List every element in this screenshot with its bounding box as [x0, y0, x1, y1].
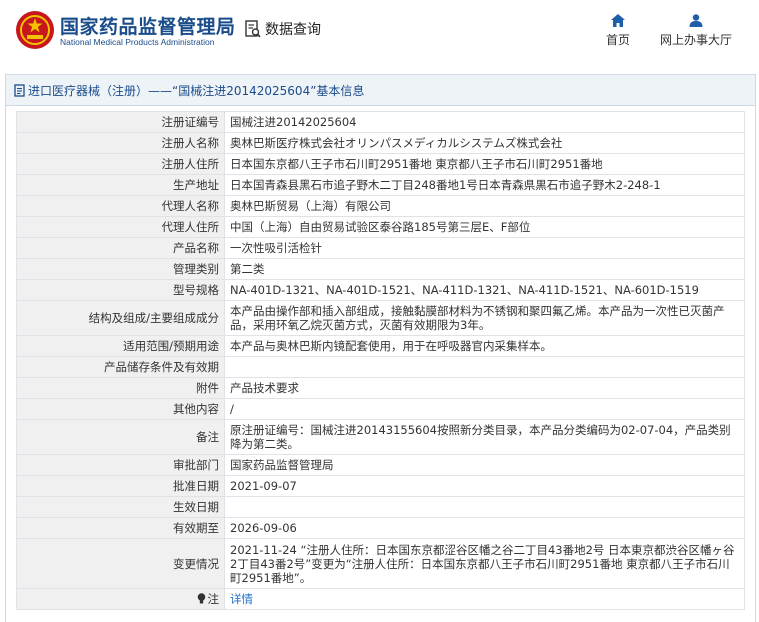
data-query-link[interactable]: 数据查询 — [245, 19, 321, 39]
site-title: 国家药品监督管理局 — [60, 16, 236, 38]
field-label: 管理类别 — [16, 258, 225, 280]
field-value: 日本国青森县黑石市追子野木二丁目248番地1号日本青森県黒石市追子野木2-248… — [224, 174, 745, 196]
detail-panel: 进口医疗器械（注册）——“国械注进20142025604”基本信息 注册证编号国… — [5, 74, 756, 622]
field-value: 一次性吸引活检针 — [224, 237, 745, 259]
note-row: 注详情 — [16, 588, 745, 610]
user-icon — [689, 14, 703, 27]
table-row: 产品名称 一次性吸引活检针 — [16, 237, 745, 259]
field-value: 2021-09-07 — [224, 475, 745, 497]
table-row: 代理人名称 奥林巴斯贸易（上海）有限公司 — [16, 195, 745, 217]
field-label: 产品储存条件及有效期 — [16, 356, 225, 378]
nav-home[interactable]: 首页 — [606, 14, 630, 48]
panel-title: 进口医疗器械（注册）——“国械注进20142025604”基本信息 — [28, 83, 365, 98]
site-subtitle: National Medical Products Administration — [60, 37, 215, 47]
table-row: 注册证编号 国械注进20142025604 — [16, 111, 745, 133]
field-value: NA-401D-1321、NA-401D-1521、NA-411D-1321、N… — [224, 279, 745, 301]
field-value: 中国（上海）自由贸易试验区泰谷路185号第三层E、F部位 — [224, 216, 745, 238]
field-value: 原注册证编号：国械注进20143155604按照新分类目录，本产品分类编码为02… — [224, 419, 745, 455]
search-document-icon — [245, 20, 261, 38]
table-row: 型号规格 NA-401D-1321、NA-401D-1521、NA-411D-13… — [16, 279, 745, 301]
details-link[interactable]: 详情 — [230, 592, 253, 606]
table-row: 注册人住所 日本国东京都八王子市石川町2951番地 東京都八王子市石川町2951番… — [16, 153, 745, 175]
national-emblem-icon — [16, 11, 54, 49]
table-row: 附件 产品技术要求 — [16, 377, 745, 399]
table-row: 生产地址 日本国青森县黑石市追子野木二丁目248番地1号日本青森県黒石市追子野木2… — [16, 174, 745, 196]
field-value: 2026-09-06 — [224, 517, 745, 539]
table-row: 审批部门 国家药品监督管理局 — [16, 454, 745, 476]
field-label: 生效日期 — [16, 496, 225, 518]
field-value: 国械注进20142025604 — [224, 111, 745, 133]
data-query-label: 数据查询 — [265, 22, 321, 38]
field-label: 其他内容 — [16, 398, 225, 420]
nav-online-hall-label: 网上办事大厅 — [660, 33, 733, 47]
field-label: 型号规格 — [16, 279, 225, 301]
field-value: 本产品与奥林巴斯内镜配套使用，用于在呼吸器官内采集样本。 — [224, 335, 745, 357]
field-label: 结构及组成/主要组成成分 — [16, 300, 225, 336]
table-row: 其他内容 / — [16, 398, 745, 420]
field-value: 第二类 — [224, 258, 745, 280]
field-label: 变更情况 — [16, 538, 225, 589]
field-label: 注册证编号 — [16, 111, 225, 133]
table-row: 注册人名称 奥林巴斯医疗株式会社オリンパスメディカルシステムズ株式会社 — [16, 132, 745, 154]
field-label: 代理人住所 — [16, 216, 225, 238]
field-value: 奥林巴斯医疗株式会社オリンパスメディカルシステムズ株式会社 — [224, 132, 745, 154]
field-label: 有效期至 — [16, 517, 225, 539]
table-row: 备注 原注册证编号：国械注进20143155604按照新分类目录，本产品分类编码为… — [16, 419, 745, 455]
table-row: 代理人住所 中国（上海）自由贸易试验区泰谷路185号第三层E、F部位 — [16, 216, 745, 238]
nav-home-label: 首页 — [606, 33, 631, 47]
field-label: 代理人名称 — [16, 195, 225, 217]
nav-online-hall[interactable]: 网上办事大厅 — [660, 14, 732, 48]
bulb-icon — [197, 593, 205, 604]
field-label: 注册人住所 — [16, 153, 225, 175]
table-row: 变更情况 2021-11-24 “注册人住所：日本国东京都涩谷区幡之谷二丁目43番… — [16, 538, 745, 589]
table-row: 结构及组成/主要组成成分 本产品由操作部和插入部组成，接触黏膜部材料为不锈钢和聚四… — [16, 300, 745, 336]
home-icon — [611, 14, 625, 27]
field-label: 备注 — [16, 419, 225, 455]
table-row: 产品储存条件及有效期 — [16, 356, 745, 378]
table-row: 适用范围/预期用途 本产品与奥林巴斯内镜配套使用，用于在呼吸器官内采集样本。 — [16, 335, 745, 357]
note-label: 注 — [207, 592, 220, 606]
field-value: 国家药品监督管理局 — [224, 454, 745, 476]
panel-header: 进口医疗器械（注册）——“国械注进20142025604”基本信息 — [6, 75, 755, 106]
detail-table-body: 注册证编号 国械注进20142025604 注册人名称 奥林巴斯医疗株式会社オリンパス… — [16, 111, 745, 610]
table-row: 生效日期 — [16, 496, 745, 518]
field-label: 生产地址 — [16, 174, 225, 196]
field-value — [224, 496, 745, 518]
field-value: 产品技术要求 — [224, 377, 745, 399]
field-label: 审批部门 — [16, 454, 225, 476]
field-label: 产品名称 — [16, 237, 225, 259]
table-row: 有效期至 2026-09-06 — [16, 517, 745, 539]
field-value: / — [224, 398, 745, 420]
note-value-cell: 详情 — [224, 588, 745, 610]
field-label: 适用范围/预期用途 — [16, 335, 225, 357]
field-value: 奥林巴斯贸易（上海）有限公司 — [224, 195, 745, 217]
table-row: 批准日期 2021-09-07 — [16, 475, 745, 497]
field-value: 2021-11-24 “注册人住所：日本国东京都涩谷区幡之谷二丁目43番地2号 … — [224, 538, 745, 589]
field-value: 日本国东京都八王子市石川町2951番地 東京都八王子市石川町2951番地 — [224, 153, 745, 175]
field-label: 批准日期 — [16, 475, 225, 497]
field-value: 本产品由操作部和插入部组成，接触黏膜部材料为不锈钢和聚四氟乙烯。本产品为一次性已… — [224, 300, 745, 336]
table-row: 管理类别 第二类 — [16, 258, 745, 280]
site-header: 国家药品监督管理局 National Medical Products Admi… — [0, 0, 759, 64]
field-label: 注册人名称 — [16, 132, 225, 154]
field-label: 附件 — [16, 377, 225, 399]
note-label-cell: 注 — [16, 588, 225, 610]
document-icon — [14, 83, 25, 97]
detail-table: 注册证编号 国械注进20142025604 注册人名称 奥林巴斯医疗株式会社オリンパス… — [16, 111, 745, 610]
field-value — [224, 356, 745, 378]
